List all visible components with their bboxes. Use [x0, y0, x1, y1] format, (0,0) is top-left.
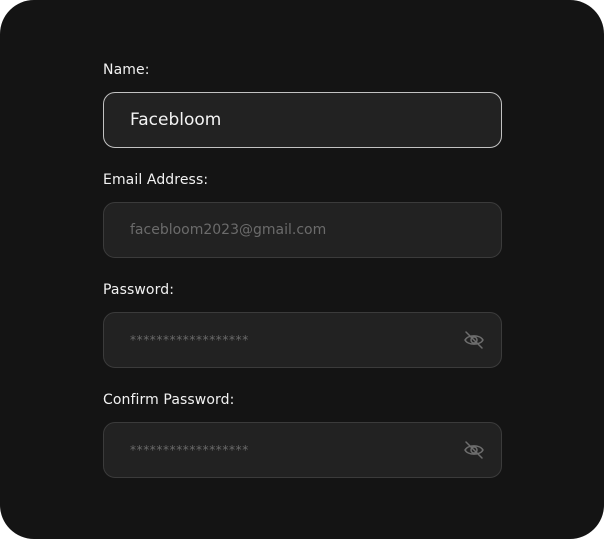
email-label: Email Address:	[103, 172, 209, 188]
name-input[interactable]: Facebloom	[103, 92, 502, 148]
password-input[interactable]: ******************	[103, 312, 502, 368]
eye-off-icon[interactable]	[463, 440, 485, 460]
signup-form-card: Name: Facebloom Email Address: facebloom…	[0, 0, 604, 539]
name-input-value: Facebloom	[130, 110, 222, 130]
email-input[interactable]: facebloom2023@gmail.com	[103, 202, 502, 258]
password-label: Password:	[103, 282, 175, 298]
confirm-password-input[interactable]: ******************	[103, 422, 502, 478]
confirm-password-label: Confirm Password:	[103, 392, 235, 408]
eye-off-icon[interactable]	[463, 330, 485, 350]
confirm-password-input-value: ******************	[130, 443, 249, 457]
password-input-value: ******************	[130, 333, 249, 347]
name-label: Name:	[103, 62, 150, 78]
email-input-placeholder: facebloom2023@gmail.com	[130, 222, 327, 238]
